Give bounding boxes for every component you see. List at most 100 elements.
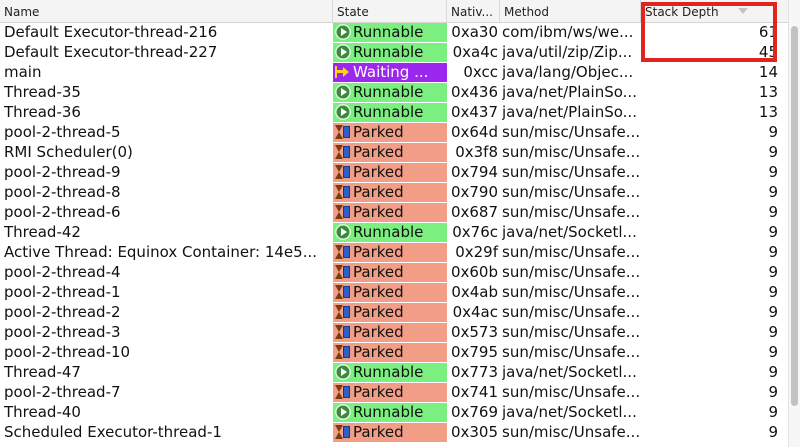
method-name: sun/misc/Unsafe... <box>502 283 641 301</box>
method-name: com/ibm/ws/we... <box>502 23 634 41</box>
table-row[interactable]: Scheduled Executor-thread-1 Parked 0x305 su… <box>0 422 788 442</box>
column-header-method[interactable]: Method <box>500 0 641 22</box>
scrollbar-thumb[interactable] <box>791 26 798 406</box>
column-header-stack-depth[interactable]: Stack Depth <box>641 0 788 22</box>
thread-state-label: Parked <box>353 323 404 341</box>
column-header-state[interactable]: State <box>333 0 447 22</box>
method-name: sun/misc/Unsafe... <box>502 383 641 401</box>
table-row[interactable]: Thread-35 Runnable 0x436 java/net/PlainSo..… <box>0 82 788 102</box>
thread-state: Parked <box>333 143 447 162</box>
table-row[interactable]: pool-2-thread-9 Parked 0x794 sun/misc/Unsaf… <box>0 162 788 182</box>
method-name: sun/misc/Unsafe... <box>502 263 641 281</box>
thread-name: pool-2-thread-5 <box>4 123 121 141</box>
table-row[interactable]: pool-2-thread-4 Parked 0x60b sun/misc/Unsaf… <box>0 262 788 282</box>
thread-state: Runnable <box>333 363 447 382</box>
thread-state-label: Runnable <box>353 403 424 421</box>
thread-state: Runnable <box>333 403 447 422</box>
method-name: java/util/zip/Zip... <box>502 43 633 61</box>
native-id: 0x790 <box>450 183 498 201</box>
table-row[interactable]: Thread-40 Runnable 0x769 java/net/Socketl..… <box>0 402 788 422</box>
native-id: 0x687 <box>450 203 498 221</box>
thread-name: pool-2-thread-7 <box>4 383 121 401</box>
thread-state-label: Parked <box>353 283 404 301</box>
thread-name: Thread-40 <box>4 403 81 421</box>
table-row[interactable]: pool-2-thread-1 Parked 0x4ab sun/misc/Unsaf… <box>0 282 788 302</box>
table-row[interactable]: pool-2-thread-2 Parked 0x4ac sun/misc/Unsaf… <box>0 302 788 322</box>
thread-name: Thread-35 <box>4 83 81 101</box>
stack-depth: 9 <box>768 383 778 401</box>
native-id: 0x741 <box>450 383 498 401</box>
thread-state: Parked <box>333 303 447 322</box>
native-id: 0x305 <box>450 423 498 441</box>
native-id: 0xcc <box>463 63 498 81</box>
thread-state-label: Runnable <box>353 23 424 41</box>
table-header: Name State Nativ... Method Stack Depth <box>0 0 788 23</box>
native-id: 0xa30 <box>451 23 498 41</box>
table-row[interactable]: Default Executor-thread-216 Runnable 0xa30… <box>0 22 788 42</box>
stack-depth: 9 <box>768 423 778 441</box>
column-header-native[interactable]: Nativ... <box>447 0 500 22</box>
table-row[interactable]: Thread-36 Runnable 0x437 java/net/PlainSo..… <box>0 102 788 122</box>
table-row[interactable]: pool-2-thread-3 Parked 0x573 sun/misc/Unsaf… <box>0 322 788 342</box>
hourglass-icon <box>335 344 351 360</box>
thread-state-label: Parked <box>353 243 404 261</box>
table-row[interactable]: main Waiting ... 0xcc java/lang/Objec... 14 <box>0 62 788 82</box>
stack-depth: 9 <box>768 223 778 241</box>
native-id: 0x794 <box>450 163 498 181</box>
stack-depth: 9 <box>768 183 778 201</box>
table-row[interactable]: pool-2-thread-7 Parked 0x741 sun/misc/Unsaf… <box>0 382 788 402</box>
play-icon <box>335 364 351 380</box>
table-row[interactable]: RMI Scheduler(0) Parked 0x3f8 sun/misc/Unsa… <box>0 142 788 162</box>
table-row[interactable]: pool-2-thread-5 Parked 0x64d sun/misc/Unsaf… <box>0 122 788 142</box>
vertical-scrollbar[interactable] <box>788 0 800 447</box>
stack-depth: 9 <box>768 123 778 141</box>
column-header-name[interactable]: Name <box>0 0 333 22</box>
thread-table: Name State Nativ... Method Stack Depth D… <box>0 0 788 447</box>
hourglass-icon <box>335 164 351 180</box>
play-icon <box>335 404 351 420</box>
stack-depth: 13 <box>758 103 778 121</box>
method-name: java/net/PlainSo... <box>502 83 637 101</box>
hourglass-icon <box>335 324 351 340</box>
method-name: sun/misc/Unsafe... <box>502 143 641 161</box>
native-id: 0x573 <box>450 323 498 341</box>
thread-name: pool-2-thread-6 <box>4 203 121 221</box>
stack-depth: 9 <box>768 303 778 321</box>
thread-state: Parked <box>333 423 447 442</box>
native-id: 0x60b <box>450 263 498 281</box>
table-row[interactable]: pool-2-thread-8 Parked 0x790 sun/misc/Unsaf… <box>0 182 788 202</box>
thread-state-label: Runnable <box>353 103 424 121</box>
table-row[interactable]: Thread-47 Runnable 0x773 java/net/Socketl..… <box>0 362 788 382</box>
method-name: sun/misc/Unsafe... <box>502 303 641 321</box>
method-name: sun/misc/Unsafe... <box>502 243 641 261</box>
thread-state-label: Parked <box>353 383 404 401</box>
thread-state: Parked <box>333 383 447 402</box>
hourglass-icon <box>335 124 351 140</box>
method-name: sun/misc/Unsafe... <box>502 183 641 201</box>
thread-state: Runnable <box>333 83 447 102</box>
thread-name: Default Executor-thread-227 <box>4 43 218 61</box>
thread-state-label: Parked <box>353 263 404 281</box>
thread-name: Scheduled Executor-thread-1 <box>4 423 222 441</box>
table-row[interactable]: Active Thread: Equinox Container: 14e5..… <box>0 242 788 262</box>
thread-state-label: Runnable <box>353 43 424 61</box>
thread-name: pool-2-thread-2 <box>4 303 121 321</box>
thread-name: RMI Scheduler(0) <box>4 143 133 161</box>
thread-state: Parked <box>333 263 447 282</box>
table-row[interactable]: pool-2-thread-10 Parked 0x795 sun/misc/Unsa… <box>0 342 788 362</box>
table-row[interactable]: Thread-42 Runnable 0x76c java/net/Socketl..… <box>0 222 788 242</box>
table-row[interactable]: pool-2-thread-6 Parked 0x687 sun/misc/Unsaf… <box>0 202 788 222</box>
native-id: 0x76c <box>452 223 498 241</box>
stack-depth: 9 <box>768 143 778 161</box>
play-icon <box>335 84 351 100</box>
stack-depth: 9 <box>768 263 778 281</box>
table-row[interactable]: Default Executor-thread-227 Runnable 0xa4c… <box>0 42 788 62</box>
stack-depth: 9 <box>768 363 778 381</box>
thread-state: Runnable <box>333 23 447 42</box>
thread-state: Runnable <box>333 223 447 242</box>
native-id: 0x64d <box>450 123 498 141</box>
thread-name: pool-2-thread-1 <box>4 283 121 301</box>
hourglass-icon <box>335 144 351 160</box>
thread-state-label: Runnable <box>353 363 424 381</box>
play-icon <box>335 224 351 240</box>
